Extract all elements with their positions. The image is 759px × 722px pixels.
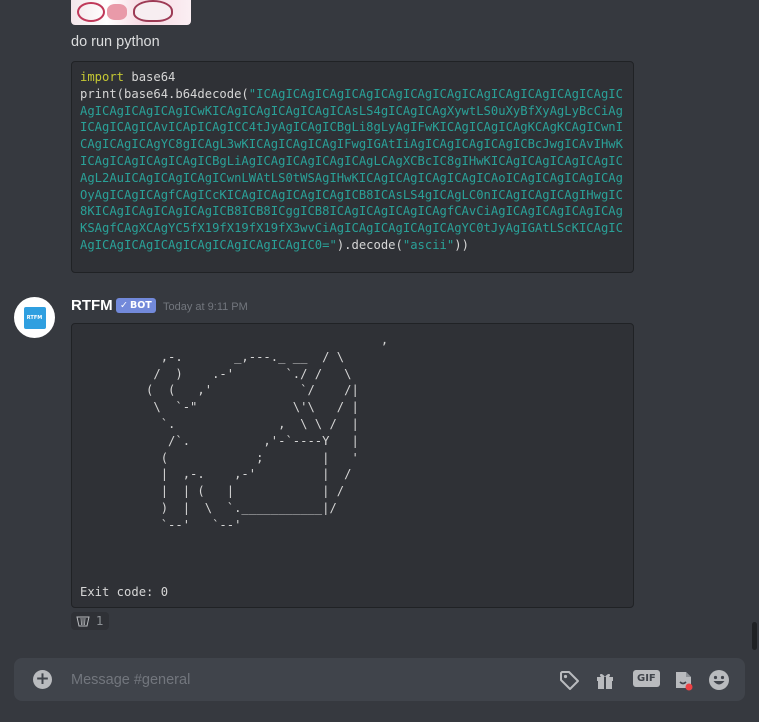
code-call: print(base64.b64decode( — [80, 86, 249, 101]
attachment-image[interactable] — [71, 0, 191, 25]
message-list: do run python import base64 print(base64… — [0, 0, 759, 648]
image-detail — [77, 2, 105, 22]
exit-code: Exit code: 0 — [80, 585, 169, 599]
code-arg: "ascii" — [402, 237, 455, 252]
check-icon: ✓ — [120, 300, 128, 311]
image-detail — [107, 4, 127, 20]
code-content: import base64 print(base64.b64decode("IC… — [80, 69, 625, 254]
code-block: import base64 print(base64.b64decode("IC… — [71, 61, 634, 273]
message-input[interactable] — [71, 669, 531, 691]
username[interactable]: RTFM — [71, 297, 113, 314]
image-detail — [133, 0, 173, 22]
wastebasket-icon — [76, 615, 90, 627]
timestamp[interactable]: Today at 9:11 PM — [163, 301, 248, 313]
tag-icon[interactable] — [557, 668, 581, 692]
code-keyword: import — [80, 70, 125, 84]
output-block: , ,-. _,---._ __ / \ / ) .-' `./ / \ ( (… — [71, 323, 634, 608]
code-call-end: ).decode( — [336, 237, 403, 252]
bot-badge: ✓ BOT — [116, 298, 156, 313]
reaction-count: 1 — [96, 614, 104, 628]
code-module: base64 — [124, 70, 176, 84]
message-text: do run python — [71, 34, 160, 50]
ascii-art-output: , ,-. _,---._ __ / \ / ) .-' `./ / \ ( (… — [146, 333, 389, 532]
book-icon: RTFM — [23, 306, 46, 329]
emoji-icon[interactable] — [707, 668, 731, 692]
gift-icon[interactable] — [593, 668, 617, 692]
gif-button[interactable]: GIF — [633, 670, 660, 687]
code-close: )) — [454, 237, 469, 252]
message-composer: + GIF — [14, 658, 745, 701]
add-attachment-button[interactable]: + — [33, 670, 52, 689]
reaction[interactable]: 1 — [71, 612, 109, 630]
scrollbar-thumb[interactable] — [752, 622, 757, 650]
scrollbar[interactable] — [751, 0, 759, 650]
bot-badge-label: BOT — [129, 300, 152, 311]
code-string: "ICAgICAgICAgICAgICAgICAgICAgICAgICAgICA… — [80, 86, 623, 252]
sticker-icon[interactable] — [671, 668, 695, 692]
avatar[interactable]: RTFM — [14, 297, 55, 338]
